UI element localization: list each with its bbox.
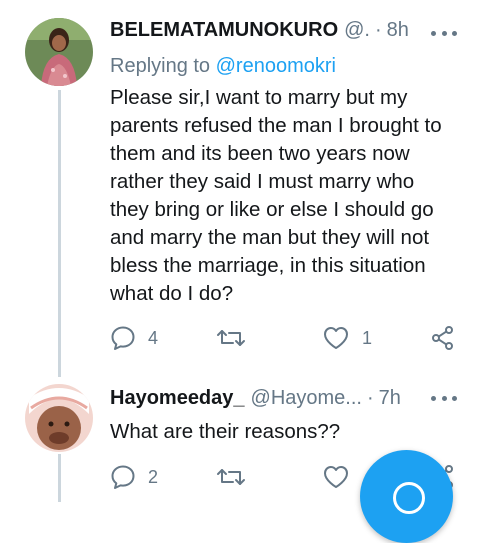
tweet-text-line: and marry the man but they will not (110, 226, 430, 249)
tweet-text-line: what do I do? (110, 282, 234, 305)
separator: · (374, 19, 382, 41)
more-icon[interactable] (431, 23, 457, 43)
retweet-button[interactable] (216, 464, 258, 490)
reply-icon (110, 464, 136, 490)
avatar[interactable] (25, 384, 93, 452)
share-button[interactable] (430, 325, 456, 351)
display-name[interactable]: BELEMATAMUNOKURO (110, 19, 338, 42)
replying-handle-link[interactable]: @renoomokri (216, 55, 336, 77)
reply-count: 2 (148, 466, 159, 487)
replying-prefix: Replying to (110, 55, 211, 77)
like-count: 1 (362, 327, 373, 348)
reply-button[interactable]: 4 (110, 325, 158, 351)
compose-icon (393, 482, 425, 514)
handle[interactable]: @Hayome... (251, 387, 362, 410)
reply-icon (110, 325, 136, 351)
timestamp[interactable]: 8h (387, 19, 409, 42)
compose-button[interactable] (360, 450, 453, 543)
like-button[interactable] (322, 464, 362, 490)
tweet-text: What are their reasons?? (110, 418, 340, 446)
reply-button[interactable]: 2 (110, 464, 158, 490)
tweet-text-line: they bring or like or else I should go (110, 198, 434, 221)
tweet-text: Please sir,I want to marry but my parent… (110, 84, 442, 308)
tweet-header: BELEMATAMUNOKURO @. · 8h (110, 19, 409, 42)
timestamp[interactable]: 7h (379, 387, 401, 410)
share-icon (430, 325, 456, 351)
handle[interactable]: @. (344, 19, 370, 42)
retweet-icon (216, 464, 246, 490)
reply-count: 4 (148, 327, 159, 348)
heart-icon (322, 464, 350, 490)
tweet-belematamunokuro[interactable]: BELEMATAMUNOKURO @. · 8h Replying to @re… (0, 0, 480, 378)
display-name[interactable]: Hayomeeday_ (110, 387, 245, 410)
retweet-button[interactable] (216, 325, 258, 351)
tweet-text-line: Please sir,I want to marry but my (110, 86, 408, 109)
heart-icon (322, 325, 350, 351)
tweet-text-line: What are their reasons?? (110, 420, 341, 443)
separator: · (366, 387, 374, 409)
tweet-text-line: bless the marriage, in this situation (110, 254, 426, 277)
tweet-actions: 4 1 (110, 325, 460, 355)
replying-to: Replying to @renoomokri (110, 55, 336, 78)
avatar[interactable] (25, 18, 93, 86)
tweet-text-line: parents refused the man I brought to (110, 114, 442, 137)
tweet-header: Hayomeeday_ @Hayome... · 7h (110, 387, 401, 410)
tweet-text-line: rather they said I must marry who (110, 170, 415, 193)
retweet-icon (216, 325, 246, 351)
more-icon[interactable] (431, 388, 457, 408)
tweet-text-line: them and its been two years now (110, 142, 410, 165)
like-button[interactable]: 1 (322, 325, 372, 351)
